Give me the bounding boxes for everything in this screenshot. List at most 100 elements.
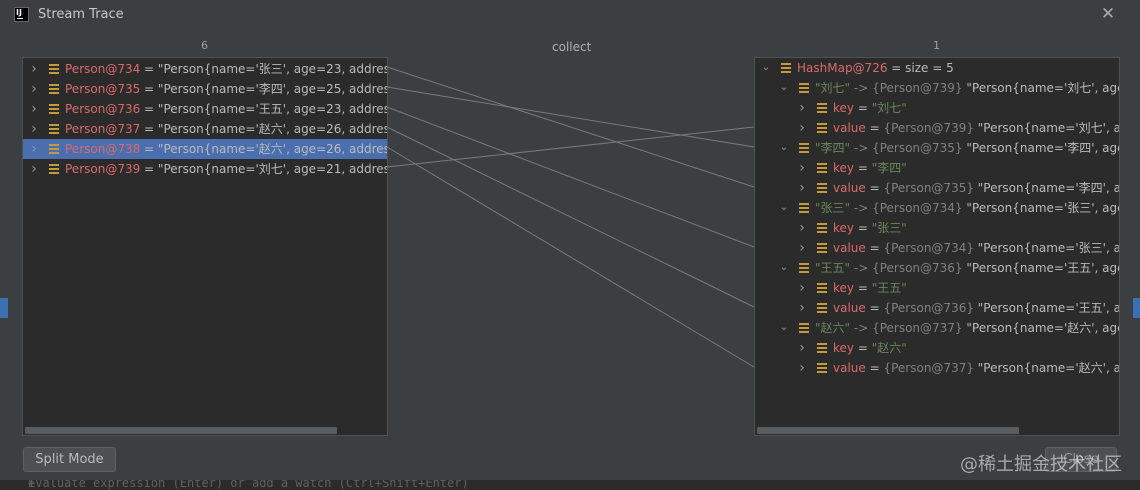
left-value-row[interactable]: › Person@737 = "Person{name='赵六', age=26,… [23, 119, 387, 139]
close-icon[interactable]: ✕ [1098, 4, 1118, 24]
entry-value-row[interactable]: › value = {Person@737} "Person{name='赵六',… [755, 358, 1119, 378]
object-name: Person@737 [65, 122, 141, 136]
chevron-right-icon[interactable]: › [797, 338, 807, 358]
chevron-right-icon[interactable]: › [29, 79, 39, 99]
key-value: "刘七" [871, 101, 907, 115]
value-eq: = [865, 301, 884, 315]
left-value-row[interactable]: › Person@735 = "Person{name='李四', age=25,… [23, 79, 387, 99]
editor-gutter-highlight [0, 298, 8, 318]
map-entry-row[interactable]: ⌄ "王五" -> {Person@736} "Person{name='王五',… [755, 258, 1119, 278]
chevron-right-icon[interactable]: › [29, 139, 39, 159]
mapping-line [386, 146, 755, 368]
entry-key: "刘七" [815, 81, 851, 95]
entry-key-row[interactable]: › key = "刘七" [755, 98, 1119, 118]
chevron-right-icon[interactable]: › [29, 59, 39, 79]
evaluate-hint: Evaluate expression (Enter) or add a wat… [28, 480, 469, 490]
value-desc: "Person{name='王五', age= [977, 301, 1119, 315]
chevron-right-icon[interactable]: › [797, 238, 807, 258]
chevron-right-icon[interactable]: › [29, 99, 39, 119]
chevron-right-icon[interactable]: › [797, 158, 807, 178]
value-eq: = [865, 361, 884, 375]
value-eq: = [865, 241, 884, 255]
chevron-right-icon[interactable]: › [797, 178, 807, 198]
right-count-label: 1 [933, 39, 940, 52]
map-entry-row[interactable]: ⌄ "赵六" -> {Person@737} "Person{name='赵六',… [755, 318, 1119, 338]
object-name: Person@739 [65, 162, 141, 176]
row-text: Person@739 = "Person{name='刘七', age=21, … [65, 159, 388, 179]
entry-key-row[interactable]: › key = "王五" [755, 278, 1119, 298]
entry-key-row[interactable]: › key = "李四" [755, 158, 1119, 178]
entry-value-row[interactable]: › value = {Person@734} "Person{name='张三',… [755, 238, 1119, 258]
entry-value-row[interactable]: › value = {Person@735} "Person{name='李四',… [755, 178, 1119, 198]
value-text: value = {Person@739} "Person{name='刘七', … [833, 118, 1119, 138]
value-text: value = {Person@737} "Person{name='赵六', … [833, 358, 1119, 378]
field-icon [817, 183, 827, 193]
entry-key-row[interactable]: › key = "赵六" [755, 338, 1119, 358]
entry-key: "王五" [815, 261, 851, 275]
right-horizontal-scrollbar[interactable] [757, 427, 1019, 434]
chevron-right-icon[interactable]: › [29, 159, 39, 179]
source-values-panel[interactable]: › Person@734 = "Person{name='张三', age=23,… [22, 57, 388, 436]
entry-text: "刘七" -> {Person@739} "Person{name='刘七', … [815, 78, 1119, 98]
entry-key: "赵六" [815, 321, 851, 335]
split-mode-button[interactable]: Split Mode [23, 447, 116, 472]
object-name: Person@738 [65, 142, 141, 156]
field-icon [49, 104, 59, 114]
field-icon [817, 123, 827, 133]
entry-desc: "Person{name='张三', age=2 [966, 201, 1119, 215]
left-horizontal-scrollbar[interactable] [25, 427, 337, 434]
chevron-down-icon[interactable]: ⌄ [779, 318, 789, 338]
object-value: = "Person{name='刘七', age=21, address= [140, 162, 388, 176]
title-bar: IJ Stream Trace ✕ [0, 0, 1140, 30]
result-values-panel[interactable]: ⌄ HashMap@726 = size = 5 ⌄ "刘七" -> {Person@… [754, 57, 1120, 436]
chevron-right-icon[interactable]: › [797, 98, 807, 118]
key-label: key [833, 281, 855, 295]
left-value-row[interactable]: › Person@738 = "Person{name='赵六', age=26,… [23, 139, 387, 159]
entry-arrow: -> [850, 261, 873, 275]
key-label: key [833, 221, 855, 235]
row-text: Person@736 = "Person{name='王五', age=23, … [65, 99, 387, 119]
chevron-down-icon[interactable]: ⌄ [779, 138, 789, 158]
entry-value-row[interactable]: › value = {Person@736} "Person{name='王五',… [755, 298, 1119, 318]
evaluate-expression-bar[interactable]: + Evaluate expression (Enter) or add a w… [0, 480, 1140, 490]
chevron-right-icon[interactable]: › [797, 118, 807, 138]
field-icon [49, 84, 59, 94]
chevron-right-icon[interactable]: › [797, 358, 807, 378]
entry-value-row[interactable]: › value = {Person@739} "Person{name='刘七',… [755, 118, 1119, 138]
key-value: "李四" [871, 161, 907, 175]
entry-text: "李四" -> {Person@735} "Person{name='李四', … [815, 138, 1119, 158]
chevron-down-icon[interactable]: ⌄ [779, 198, 789, 218]
key-text: key = "王五" [833, 278, 907, 298]
key-text: key = "赵六" [833, 338, 907, 358]
entry-ref: {Person@735} [872, 141, 963, 155]
map-entry-row[interactable]: ⌄ "李四" -> {Person@735} "Person{name='李四',… [755, 138, 1119, 158]
entry-key: "张三" [815, 201, 851, 215]
row-text: Person@734 = "Person{name='张三', age=23, … [65, 59, 387, 79]
field-icon [817, 303, 827, 313]
key-label: key [833, 101, 855, 115]
entry-ref: {Person@739} [872, 81, 963, 95]
key-text: key = "刘七" [833, 98, 907, 118]
value-desc: "Person{name='刘七', age= [977, 121, 1119, 135]
map-entry-row[interactable]: ⌄ "张三" -> {Person@734} "Person{name='张三',… [755, 198, 1119, 218]
field-icon [49, 124, 59, 134]
chevron-right-icon[interactable]: › [797, 218, 807, 238]
left-value-row[interactable]: › Person@734 = "Person{name='张三', age=23,… [23, 59, 387, 79]
entry-text: "赵六" -> {Person@737} "Person{name='赵六', … [815, 318, 1119, 338]
chevron-right-icon[interactable]: › [797, 298, 807, 318]
value-ref: {Person@736} [883, 301, 974, 315]
tree-row[interactable]: ⌄ HashMap@726 = size = 5 [755, 58, 1119, 78]
chevron-down-icon[interactable]: ⌄ [779, 78, 789, 98]
left-value-row[interactable]: › Person@739 = "Person{name='刘七', age=21,… [23, 159, 387, 179]
chevron-down-icon[interactable]: ⌄ [779, 258, 789, 278]
entry-key-row[interactable]: › key = "张三" [755, 218, 1119, 238]
field-icon [817, 343, 827, 353]
map-size: = size = 5 [887, 61, 954, 75]
chevron-down-icon[interactable]: ⌄ [761, 58, 771, 78]
left-value-row[interactable]: › Person@736 = "Person{name='王五', age=23,… [23, 99, 387, 119]
chevron-right-icon[interactable]: › [29, 119, 39, 139]
field-icon [817, 243, 827, 253]
map-entry-row[interactable]: ⌄ "刘七" -> {Person@739} "Person{name='刘七',… [755, 78, 1119, 98]
mapping-line [386, 126, 755, 308]
chevron-right-icon[interactable]: › [797, 278, 807, 298]
